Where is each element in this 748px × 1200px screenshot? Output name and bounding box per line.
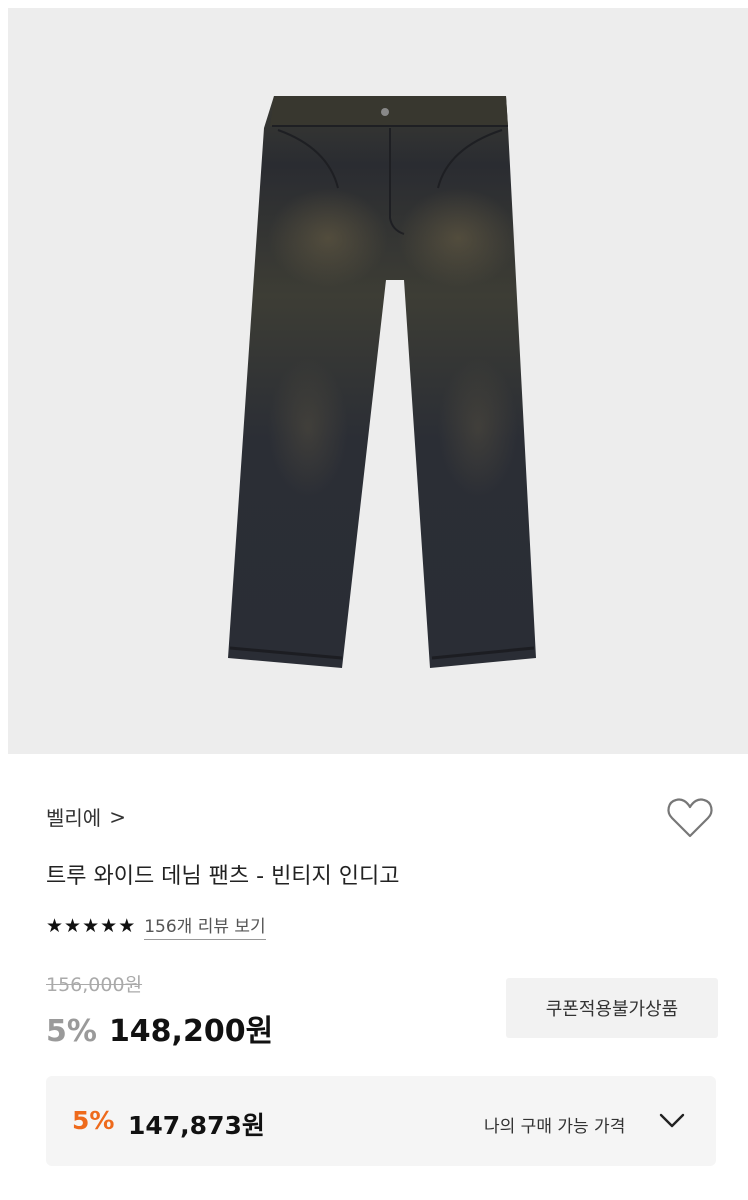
- discount-rate: 5%: [46, 1014, 97, 1049]
- coupon-unavailable-badge: 쿠폰적용불가상품: [506, 978, 718, 1038]
- my-discount-rate: 5%: [72, 1106, 115, 1135]
- original-price: 156,000원: [46, 974, 143, 996]
- rating-stars: ★ ★ ★ ★ ★: [46, 914, 136, 937]
- my-price-label: 나의 구매 가능 가격: [484, 1117, 626, 1137]
- star-icon: ★: [64, 914, 82, 937]
- sale-price: 148,200원: [108, 1014, 274, 1049]
- brand-name[interactable]: 벨리에: [46, 802, 101, 831]
- rating-row: ★ ★ ★ ★ ★ 156개 리뷰 보기: [46, 912, 266, 940]
- star-icon: ★: [100, 914, 118, 937]
- heart-outline-icon: [667, 798, 713, 838]
- chevron-down-icon[interactable]: [658, 1110, 686, 1130]
- my-price: 147,873원: [128, 1111, 265, 1140]
- review-link[interactable]: 156개 리뷰 보기: [144, 912, 266, 940]
- brand-link[interactable]: 벨리에 >: [46, 802, 126, 831]
- star-icon: ★: [82, 914, 100, 937]
- chevron-right-icon: >: [109, 804, 126, 829]
- star-icon: ★: [118, 914, 136, 937]
- sale-price-row: 5% 148,200원: [46, 1006, 273, 1050]
- product-image[interactable]: [8, 8, 748, 754]
- like-button[interactable]: [664, 794, 716, 842]
- denim-pants-illustration: [228, 96, 536, 668]
- product-title: 트루 와이드 데님 팬츠 - 빈티지 인디고: [46, 864, 400, 889]
- my-price-dropdown[interactable]: 5% 147,873원 나의 구매 가능 가격: [46, 1076, 716, 1166]
- product-info: 벨리에 > 트루 와이드 데님 팬츠 - 빈티지 인디고 ★ ★ ★ ★ ★ 1…: [0, 754, 748, 1200]
- star-icon: ★: [46, 914, 64, 937]
